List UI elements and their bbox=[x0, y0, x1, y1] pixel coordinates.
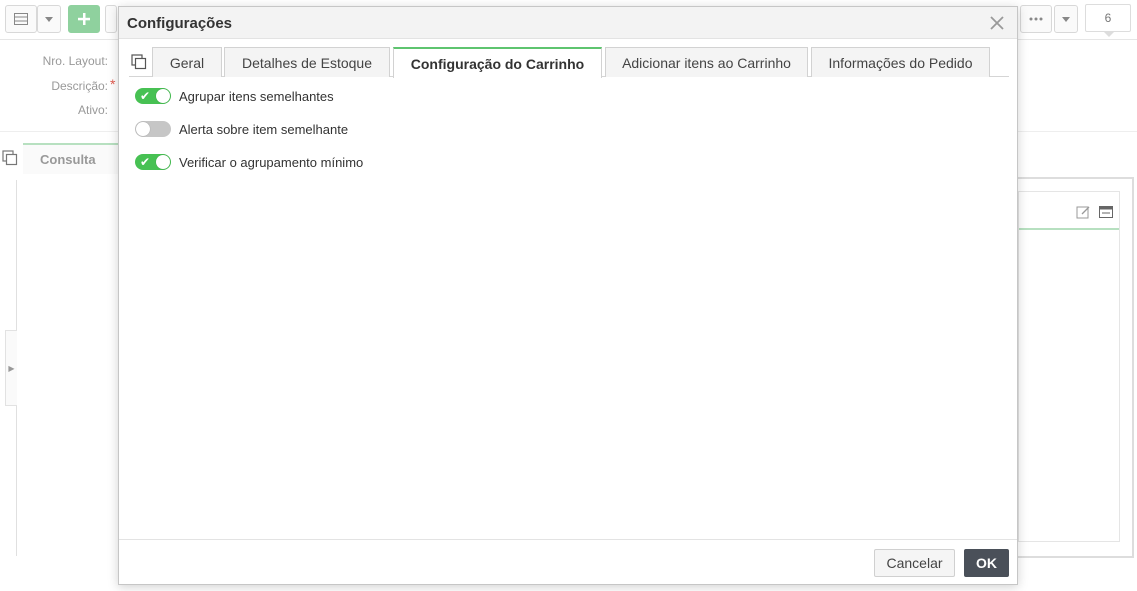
cancel-button[interactable]: Cancelar bbox=[874, 549, 955, 577]
toggle-verificar-agrupamento[interactable]: ✔ bbox=[135, 154, 171, 170]
background-panel bbox=[1012, 177, 1134, 558]
option-label: Verificar o agrupamento mínimo bbox=[179, 154, 364, 170]
arrow-right-icon: ▶ bbox=[8, 363, 15, 373]
toggle-knob bbox=[156, 89, 170, 103]
expand-handle[interactable]: ▶ bbox=[5, 330, 17, 406]
tab-geral[interactable]: Geral bbox=[152, 47, 222, 77]
toolbar-nav-button[interactable] bbox=[105, 5, 117, 33]
copy-icon[interactable] bbox=[2, 150, 18, 166]
tab-adicionar-itens[interactable]: Adicionar itens ao Carrinho bbox=[605, 47, 808, 77]
settings-dialog: Configurações Geral Detalhes de Estoque … bbox=[118, 6, 1018, 585]
close-icon[interactable] bbox=[987, 13, 1007, 33]
ok-button[interactable]: OK bbox=[964, 549, 1009, 577]
settings-tabs: Geral Detalhes de Estoque Configuração d… bbox=[129, 47, 1009, 78]
check-icon: ✔ bbox=[140, 155, 151, 169]
required-mark: * bbox=[110, 76, 116, 92]
more-icon bbox=[1029, 17, 1043, 21]
add-button[interactable] bbox=[68, 5, 100, 33]
more-button[interactable] bbox=[1020, 5, 1052, 33]
active-label: Ativo: bbox=[77, 103, 108, 117]
toggle-knob bbox=[156, 155, 170, 169]
layout-label: Nro. Layout: bbox=[42, 54, 108, 68]
grid-icon bbox=[14, 13, 28, 25]
dialog-title: Configurações bbox=[127, 15, 233, 32]
edit-icon[interactable] bbox=[1075, 204, 1091, 220]
copy-icon[interactable] bbox=[131, 54, 147, 70]
window-icon[interactable] bbox=[1098, 204, 1114, 220]
tab-consulta[interactable]: Consulta bbox=[23, 143, 118, 174]
option-agrupar-itens: ✔ Agrupar itens semelhantes bbox=[135, 87, 334, 105]
background-panel-inner bbox=[1018, 191, 1120, 542]
grid-view-button[interactable] bbox=[5, 5, 37, 33]
option-verificar-agrupamento: ✔ Verificar o agrupamento mínimo bbox=[135, 153, 363, 171]
description-label: Descrição: bbox=[51, 79, 108, 93]
dialog-header: Configurações bbox=[119, 7, 1017, 39]
tab-informacoes-pedido[interactable]: Informações do Pedido bbox=[811, 47, 990, 77]
toggle-agrupar-itens[interactable]: ✔ bbox=[135, 88, 171, 104]
grid-view-dropdown[interactable] bbox=[37, 5, 61, 33]
background-panel-header bbox=[1019, 192, 1119, 230]
toggle-knob bbox=[136, 122, 150, 136]
chevron-down-icon bbox=[1062, 16, 1070, 22]
toggle-alerta-item[interactable] bbox=[135, 121, 171, 137]
tab-configuracao-carrinho[interactable]: Configuração do Carrinho bbox=[393, 47, 602, 78]
option-label: Alerta sobre item semelhante bbox=[179, 121, 349, 137]
option-label: Agrupar itens semelhantes bbox=[179, 88, 334, 104]
more-dropdown[interactable] bbox=[1054, 5, 1078, 33]
chevron-down-icon bbox=[45, 16, 53, 22]
tab-detalhes-estoque[interactable]: Detalhes de Estoque bbox=[224, 47, 390, 77]
check-icon: ✔ bbox=[140, 89, 151, 103]
plus-icon bbox=[78, 13, 90, 25]
option-alerta-item: Alerta sobre item semelhante bbox=[135, 120, 348, 138]
record-counter: 6 bbox=[1085, 4, 1131, 37]
dialog-footer: Cancelar OK bbox=[119, 539, 1017, 584]
